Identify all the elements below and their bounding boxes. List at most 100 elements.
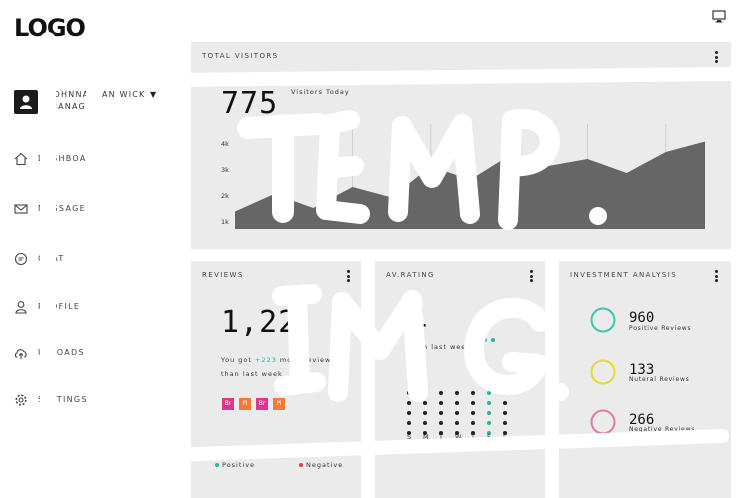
- negative-reviews-label: Negative Reviews: [629, 426, 696, 433]
- user-icon: [15, 301, 27, 314]
- visitors-caption: Visitors Today: [291, 88, 350, 96]
- gear-icon: [15, 394, 27, 406]
- matrix-dot: [407, 391, 411, 395]
- matrix-dot: [503, 411, 507, 415]
- rating-dot: [475, 338, 479, 342]
- sidebar-item-label: DASHBOARD: [38, 154, 101, 163]
- matrix-dot: [439, 411, 443, 415]
- reviews-count: 1,22: [221, 305, 298, 340]
- matrix-dot: [455, 411, 459, 415]
- monitor-icon[interactable]: [712, 10, 726, 24]
- avatar: [14, 90, 38, 114]
- matrix-dot: [439, 401, 443, 405]
- legend-label: Negative: [306, 461, 344, 469]
- rating-dot: [483, 338, 487, 342]
- total-visitors-card: TOTAL VISITORS 775 Visitors Today 4k 3k …: [191, 42, 731, 249]
- sidebar-item-label: UPLOADS: [38, 348, 85, 357]
- legend-swatch: [299, 463, 303, 467]
- day-label: M: [423, 433, 429, 441]
- more-options-icon[interactable]: [347, 270, 350, 282]
- sidebar-item-dashboard[interactable]: DASHBOARD: [14, 152, 174, 168]
- y-tick-label: 4k: [221, 140, 229, 148]
- user-profile[interactable]: JOHNNATHAN WICK ▼ MANAGER: [14, 90, 184, 124]
- card-title: AV.RATING: [386, 271, 435, 279]
- rating-caption: from last week: [409, 343, 472, 351]
- sidebar-item-chat[interactable]: CHAT: [14, 252, 174, 268]
- rating-dots: [475, 327, 495, 346]
- day-label: S: [503, 433, 508, 441]
- matrix-dot: [487, 391, 491, 395]
- chevron-down-icon[interactable]: ▼: [150, 90, 156, 99]
- visitors-area-chart: [235, 124, 705, 229]
- sidebar-item-label: PROFILE: [38, 302, 81, 311]
- matrix-dot: [503, 421, 507, 425]
- positive-reviews-ring: [590, 307, 616, 333]
- upload-icon: [14, 349, 27, 359]
- matrix-dot: [407, 411, 411, 415]
- matrix-dot: [423, 411, 427, 415]
- matrix-dot: [455, 401, 459, 405]
- card-title: TOTAL VISITORS: [202, 52, 279, 60]
- matrix-dot: [423, 391, 427, 395]
- rating-value: 4: [409, 305, 429, 340]
- legend-label: Positive: [222, 461, 256, 469]
- matrix-dot: [487, 401, 491, 405]
- day-label: T: [439, 433, 443, 441]
- more-options-icon[interactable]: [530, 270, 533, 282]
- y-tick-label: 2k: [221, 192, 229, 200]
- matrix-dot: [407, 401, 411, 405]
- home-icon: [14, 152, 28, 166]
- day-label: F: [487, 433, 491, 441]
- matrix-dot: [439, 391, 443, 395]
- positive-reviews-count: 960: [629, 310, 655, 326]
- matrix-dot: [455, 391, 459, 395]
- text: more reviews: [276, 356, 336, 364]
- sidebar-item-label: SETTINGS: [38, 395, 88, 404]
- matrix-dot: [503, 401, 507, 405]
- average-rating-card: AV.RATING 4 from last week S M T W T F S: [375, 261, 545, 498]
- matrix-dot: [407, 421, 411, 425]
- matrix-dot: [503, 391, 507, 395]
- card-title: INVESTMENT ANALYSIS: [570, 271, 678, 279]
- sidebar-item-profile[interactable]: PROFILE: [14, 300, 174, 316]
- sidebar-item-settings[interactable]: SETTINGS: [14, 393, 174, 409]
- sidebar-item-message[interactable]: MESSAGE: [14, 202, 174, 218]
- neutral-reviews-label: Nuteral Reviews: [629, 376, 690, 383]
- chat-icon: [14, 252, 28, 266]
- visitors-area-series: [235, 141, 705, 229]
- matrix-dot: [423, 421, 427, 425]
- y-tick-label: 3k: [221, 166, 229, 174]
- user-role: MANAGER: [50, 102, 99, 111]
- app-badge: Br: [222, 398, 234, 410]
- logo: LOGO: [14, 14, 86, 42]
- text: You got: [221, 356, 255, 364]
- matrix-dot: [471, 391, 475, 395]
- sidebar-item-label: CHAT: [38, 254, 65, 263]
- rating-dot: [491, 338, 495, 342]
- day-label: S: [407, 433, 412, 441]
- neutral-reviews-ring: [590, 359, 616, 385]
- sidebar-item-label: MESSAGE: [38, 204, 86, 213]
- matrix-dot: [471, 421, 475, 425]
- more-options-icon[interactable]: [715, 51, 718, 63]
- matrix-dot: [423, 401, 427, 405]
- card-title: REVIEWS: [202, 271, 244, 279]
- reviews-card: REVIEWS 1,22 You got +223 more reviews t…: [191, 261, 361, 498]
- more-options-icon[interactable]: [715, 270, 718, 282]
- day-label: T: [471, 433, 475, 441]
- reviews-change-text-2: than last week: [221, 370, 283, 378]
- app-badge: Pi: [239, 398, 251, 410]
- app-badge: Br: [256, 398, 268, 410]
- matrix-dot: [487, 421, 491, 425]
- investment-analysis-card: INVESTMENT ANALYSIS 960 Positive Reviews…: [559, 261, 731, 498]
- matrix-dot: [471, 411, 475, 415]
- day-label: W: [455, 433, 462, 441]
- matrix-dot: [471, 401, 475, 405]
- matrix-dot: [455, 421, 459, 425]
- user-name: JOHNNATHAN WICK: [50, 90, 146, 99]
- highlight-value: +223: [255, 356, 277, 364]
- sidebar-item-uploads[interactable]: UPLOADS: [14, 346, 174, 362]
- legend-swatch: [215, 463, 219, 467]
- y-tick-label: 1k: [221, 218, 229, 226]
- negative-reviews-ring: [590, 409, 616, 435]
